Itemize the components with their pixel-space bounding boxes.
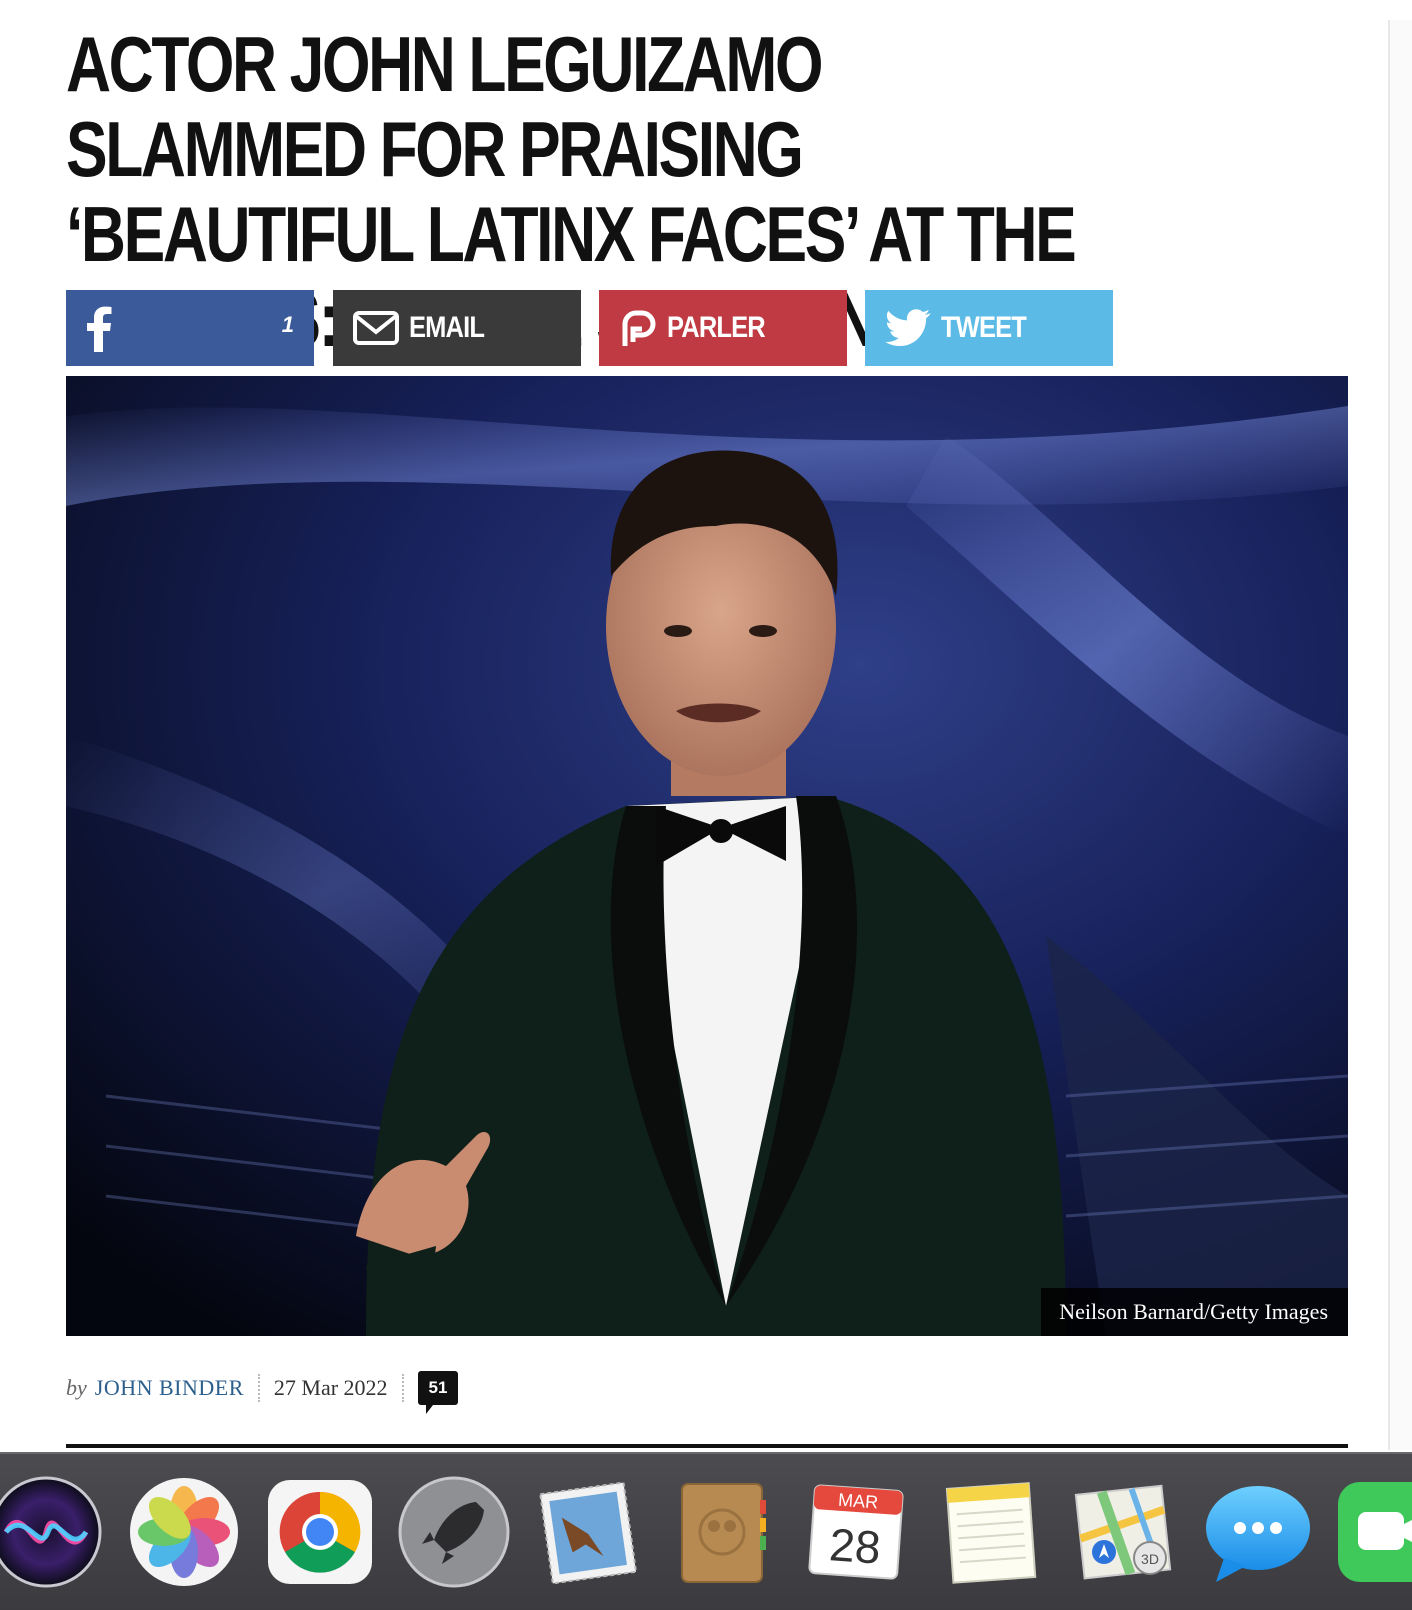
facebook-share-count: 1: [281, 312, 294, 337]
siri-icon[interactable]: [0, 1474, 104, 1590]
parler-share-button[interactable]: PARLER: [599, 290, 847, 366]
twitter-bird-icon: [885, 309, 931, 347]
email-label: EMAIL: [409, 311, 485, 344]
calendar-day: 28: [828, 1518, 883, 1573]
byline: by JOHN BINDER 27 Mar 2022 51: [66, 1368, 459, 1414]
notes-icon[interactable]: [932, 1474, 1048, 1590]
scrollbar[interactable]: [1388, 20, 1412, 1450]
calendar-month: MAR: [838, 1490, 879, 1513]
byline-divider: [401, 1374, 404, 1402]
tweet-share-button[interactable]: TWEET: [865, 290, 1113, 366]
envelope-icon: [353, 311, 399, 345]
email-share-button[interactable]: EMAIL: [333, 290, 581, 366]
mail-icon[interactable]: [530, 1474, 646, 1590]
chrome-icon[interactable]: [262, 1474, 378, 1590]
hero-photo: [66, 376, 1348, 1336]
photo-credit: Neilson Barnard/Getty Images: [1041, 1288, 1348, 1336]
maps-icon[interactable]: 3D: [1066, 1474, 1182, 1590]
facebook-icon: [84, 304, 114, 352]
byline-divider: [257, 1374, 260, 1402]
calendar-icon[interactable]: MAR 28: [798, 1474, 914, 1590]
facebook-share-button[interactable]: 1: [66, 290, 314, 366]
article: ACTOR JOHN LEGUIZAMO SLAMMED FOR PRAISIN…: [0, 0, 1390, 1452]
facetime-icon[interactable]: [1334, 1474, 1412, 1590]
launchpad-icon[interactable]: [396, 1474, 512, 1590]
hero-image: Neilson Barnard/Getty Images: [66, 376, 1348, 1336]
photos-icon[interactable]: [126, 1474, 242, 1590]
section-divider: [66, 1444, 1348, 1448]
comment-count-badge[interactable]: 51: [417, 1371, 459, 1414]
parler-label: PARLER: [667, 311, 766, 344]
maps-3d-badge: 3D: [1141, 1551, 1159, 1567]
author-link[interactable]: JOHN BINDER: [95, 1375, 244, 1401]
publish-date: 27 Mar 2022: [273, 1375, 388, 1400]
macos-dock: MAR 28 3D: [0, 1452, 1412, 1610]
messages-icon[interactable]: [1200, 1474, 1316, 1590]
contacts-icon[interactable]: [664, 1474, 780, 1590]
parler-icon: [617, 308, 657, 348]
tweet-label: TWEET: [941, 311, 1027, 344]
byline-prefix: by: [66, 1375, 87, 1400]
